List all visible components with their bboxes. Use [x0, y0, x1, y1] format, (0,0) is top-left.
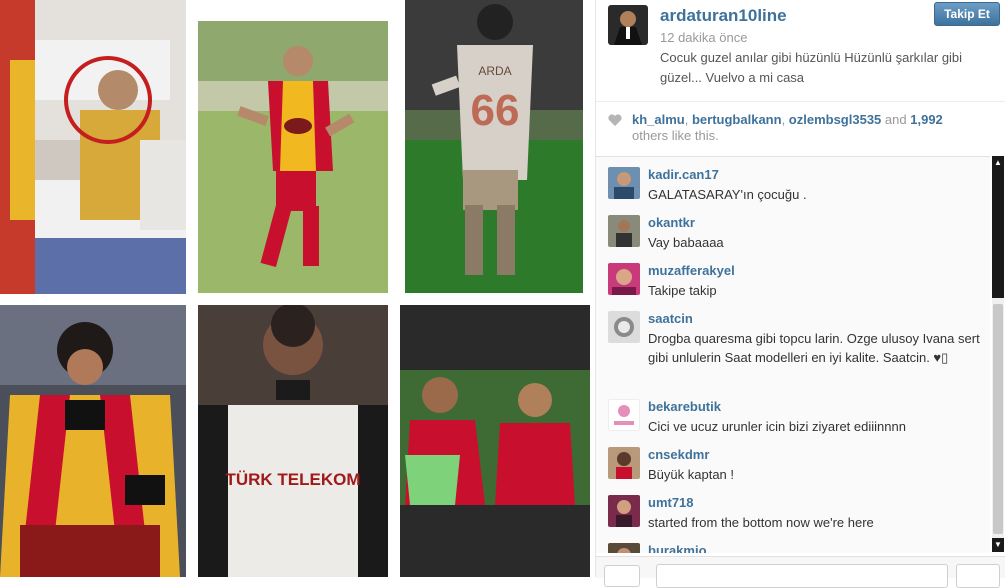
photo-young-player-running — [198, 21, 388, 293]
likes-summary: kh_almu, bertugbalkann, ozlembsgl3535 an… — [608, 112, 978, 144]
commenter-avatar[interactable] — [608, 447, 640, 479]
commenter-username[interactable]: kadir.can17 — [648, 167, 719, 182]
comments-list[interactable]: kadir.can17 GALATASARAY'ın çocuğu . okan… — [596, 156, 990, 553]
commenter-avatar[interactable] — [608, 495, 640, 527]
photo-player-kissing-badge — [0, 305, 186, 577]
comment-text: GALATASARAY'ın çocuğu . — [648, 187, 807, 202]
comment-input[interactable] — [656, 564, 948, 588]
more-button[interactable] — [956, 564, 1000, 588]
post-caption: Cocuk guzel anılar gibi hüzünlü Hüzünlü … — [660, 50, 963, 85]
commenter-avatar[interactable] — [608, 167, 640, 199]
commenter-username[interactable]: cnsekdmr — [648, 447, 709, 462]
comment-text: Drogba quaresma gibi topcu larin. Ozge u… — [648, 331, 980, 365]
post-time: 12 dakika önce — [660, 30, 748, 45]
likes-suffix: others like this. — [632, 128, 719, 143]
commenter-username[interactable]: umt718 — [648, 495, 694, 510]
photo-two-players — [400, 305, 590, 577]
follow-button[interactable]: Takip Et — [934, 2, 1000, 26]
action-bar — [596, 556, 1005, 588]
post-detail-panel: ardaturan10line 12 dakika önce Cocuk guz… — [595, 0, 1005, 588]
photo-child-in-crowd — [0, 0, 186, 294]
likes-and-word: and — [884, 112, 907, 127]
scrollbar-track[interactable] — [992, 170, 1004, 298]
photo-player-white-kit: TÜRK TELEKOM — [198, 305, 388, 577]
commenter-username[interactable]: bekarebutik — [648, 399, 721, 414]
commenter-username[interactable]: okantkr — [648, 215, 695, 230]
commenter-avatar[interactable] — [608, 543, 640, 553]
commenter-avatar[interactable] — [608, 311, 640, 343]
liker-link[interactable]: kh_almu — [632, 112, 685, 127]
commenter-avatar[interactable] — [608, 215, 640, 247]
shirt-number-text: 66 — [471, 86, 520, 135]
photo-collage[interactable]: ARDA 66 TÜRK TELEKOM — [0, 0, 595, 577]
liker-link[interactable]: ozlembsgl3535 — [789, 112, 882, 127]
comment-text: Takipe takip — [648, 283, 717, 298]
commenter-username[interactable]: saatcin — [648, 311, 693, 326]
commenter-username[interactable]: muzafferakyel — [648, 263, 735, 278]
arrow-down-icon[interactable]: ▼ — [992, 538, 1004, 552]
owner-username[interactable]: ardaturan10line — [660, 6, 787, 26]
shirt-name-text: ARDA — [478, 64, 511, 78]
arrow-up-icon[interactable]: ▲ — [992, 156, 1004, 170]
commenter-username[interactable]: burakmio — [648, 543, 707, 553]
divider — [596, 101, 1005, 102]
owner-avatar[interactable] — [608, 5, 648, 45]
like-button[interactable] — [604, 565, 640, 587]
photo-player-back-66: ARDA 66 — [405, 0, 583, 293]
likes-count[interactable]: 1,992 — [910, 112, 943, 127]
kit-sponsor-text: TÜRK TELEKOM — [225, 470, 360, 489]
comment-text: Vay babaaaa — [648, 235, 724, 250]
comment-text: Büyük kaptan ! — [648, 467, 734, 482]
liker-link[interactable]: bertugbalkann — [692, 112, 782, 127]
comments-scrollbar[interactable]: ▲ ▼ — [992, 156, 1004, 552]
commenter-avatar[interactable] — [608, 399, 640, 431]
heart-icon — [608, 114, 622, 126]
commenter-avatar[interactable] — [608, 263, 640, 295]
scrollbar-thumb[interactable] — [993, 304, 1003, 534]
comment-text: started from the bottom now we're here — [648, 515, 874, 530]
comment-text: Cici ve ucuz urunler icin bizi ziyaret e… — [648, 419, 906, 434]
